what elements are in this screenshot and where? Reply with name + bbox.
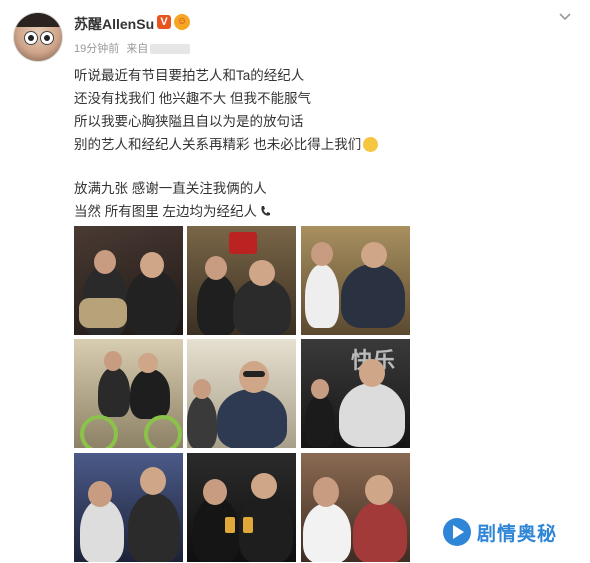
photo-3[interactable]: [301, 226, 410, 335]
post-meta: 19分钟前 来自: [74, 40, 191, 56]
post-text-line-3: 所以我要心胸狭隘且自以为是的放句话: [74, 114, 304, 129]
photo-6[interactable]: 快乐: [301, 339, 410, 448]
author-avatar[interactable]: [13, 12, 63, 62]
post-text-line-2: 还没有找我们 他兴趣不大 但我不能服气: [74, 91, 312, 106]
watermark-text: 剧情奥秘: [477, 523, 558, 545]
verified-badge-icon: V: [157, 15, 171, 29]
post-text-line-7-content: 当然 所有图里 左边均为经纪人: [74, 204, 258, 219]
photo-9[interactable]: [301, 453, 410, 562]
phone-icon: [261, 206, 271, 216]
thinking-emoji-icon: [363, 137, 379, 152]
post-time[interactable]: 19分钟前: [74, 43, 119, 55]
vip-emoji-icon: ☺: [174, 14, 190, 30]
play-logo-icon: [443, 518, 471, 546]
weibo-post-card: 苏醒AllenSu V ☺ 19分钟前 来自 听说最近有节目要拍艺人和Ta的经纪…: [0, 0, 590, 563]
photo-8[interactable]: [187, 453, 296, 562]
photo-grid: 快乐: [74, 226, 410, 562]
photo-1[interactable]: [74, 226, 183, 335]
photo-7[interactable]: [74, 453, 183, 562]
post-source-prefix: 来自: [126, 43, 149, 55]
photo-5[interactable]: [187, 339, 296, 448]
author-name[interactable]: 苏醒AllenSu: [74, 14, 154, 34]
post-text-line-4: 别的艺人和经纪人关系再精彩 也未必比得上我们: [74, 133, 379, 153]
post-text-line-1: 听说最近有节目要拍艺人和Ta的经纪人: [74, 68, 305, 83]
photo-4[interactable]: [74, 339, 183, 448]
post-text-line-7: 当然 所有图里 左边均为经纪人: [74, 200, 271, 220]
watermark: 剧情奥秘: [443, 515, 557, 549]
chevron-down-icon[interactable]: [558, 10, 572, 24]
post-source-redacted: [150, 44, 191, 55]
photo-2[interactable]: [187, 226, 296, 335]
post-text-line-6: 放满九张 感谢一直关注我俩的人: [74, 181, 267, 196]
post-text-line-4-content: 别的艺人和经纪人关系再精彩 也未必比得上我们: [74, 137, 362, 152]
